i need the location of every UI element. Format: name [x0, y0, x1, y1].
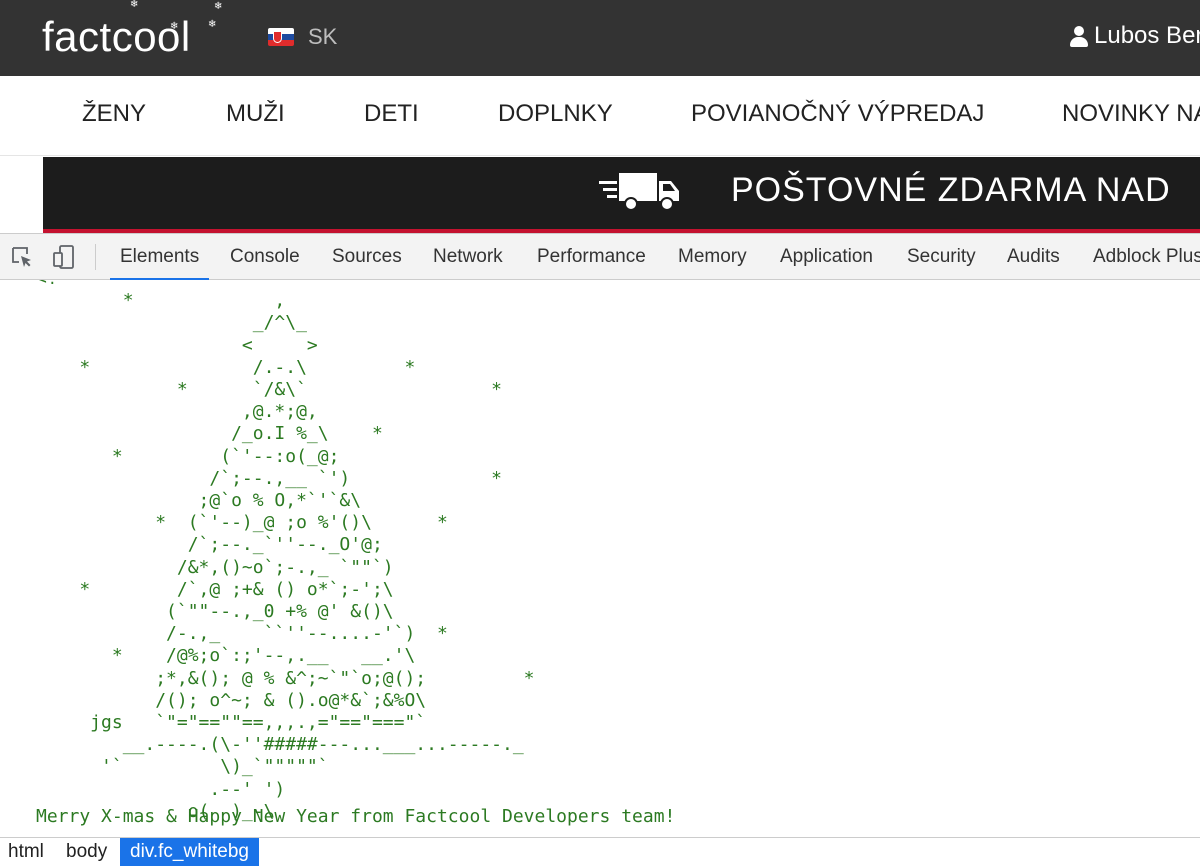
- nav-item-doplnky[interactable]: DOPLNKY: [498, 100, 613, 128]
- nav-item-vypredaj[interactable]: POVIANOČNÝ VÝPREDAJ: [691, 100, 984, 128]
- devtools-tabbar: Elements Console Sources Network Perform…: [0, 233, 1200, 280]
- inspect-element-icon[interactable]: [5, 234, 39, 280]
- snowflake-icon: ❄: [208, 19, 217, 30]
- tab-network[interactable]: Network: [433, 234, 503, 280]
- site-header: factcool ❄ ❄ ❄ ❄ SK Lubos Ber: [0, 0, 1200, 76]
- tab-sources[interactable]: Sources: [332, 234, 402, 280]
- tab-audits[interactable]: Audits: [1007, 234, 1060, 280]
- promo-text: POŠTOVNÉ ZDARMA NAD: [731, 171, 1171, 209]
- nav-item-muzi[interactable]: MUŽI: [226, 100, 285, 128]
- tab-memory[interactable]: Memory: [678, 234, 747, 280]
- site-logo[interactable]: factcool: [42, 12, 191, 62]
- promo-banner-area: POŠTOVNÉ ZDARMA NAD: [0, 157, 1200, 233]
- breadcrumb-html[interactable]: html: [4, 838, 48, 866]
- tab-adblock-plus[interactable]: Adblock Plus: [1093, 234, 1200, 280]
- delivery-truck-icon: [599, 173, 679, 211]
- user-icon: [1070, 25, 1088, 47]
- snowflake-icon: ❄: [170, 21, 179, 32]
- tab-security[interactable]: Security: [907, 234, 976, 280]
- language-code: SK: [308, 24, 338, 49]
- user-name: Lubos Ber: [1094, 22, 1200, 49]
- user-account-link[interactable]: Lubos Ber: [1070, 22, 1200, 50]
- nav-item-novinky[interactable]: NOVINKY NA: [1062, 100, 1200, 128]
- breadcrumb-body[interactable]: body: [62, 838, 111, 866]
- tab-application[interactable]: Application: [780, 234, 873, 280]
- nav-item-zeny[interactable]: ŽENY: [82, 100, 146, 128]
- breadcrumb-selected-div[interactable]: div.fc_whitebg: [120, 838, 259, 866]
- toolbar-divider: [95, 244, 96, 270]
- dom-breadcrumb: html body div.fc_whitebg: [0, 837, 1200, 866]
- elements-panel[interactable]: <!-- * , _/^\_ < > * /.-.\ * * `/&\` * ,…: [0, 280, 1200, 837]
- tab-elements[interactable]: Elements: [110, 234, 210, 280]
- device-toolbar-icon[interactable]: [47, 234, 81, 280]
- language-selector[interactable]: SK: [268, 22, 337, 52]
- nav-item-deti[interactable]: DETI: [364, 100, 419, 128]
- snowflake-icon: ❄: [214, 1, 223, 12]
- html-comment-ascii-tree[interactable]: <!-- * , _/^\_ < > * /.-.\ * * `/&\` * ,…: [36, 280, 535, 823]
- html-comment-greeting[interactable]: Merry X-mas & Happy New Year from Factco…: [36, 806, 675, 827]
- snowflake-icon: ❄: [130, 0, 139, 10]
- tab-console[interactable]: Console: [230, 234, 300, 280]
- tab-performance[interactable]: Performance: [537, 234, 646, 280]
- category-nav: ŽENY MUŽI DETI DOPLNKY POVIANOČNÝ VÝPRED…: [0, 76, 1200, 156]
- slovakia-flag-icon: [268, 28, 294, 46]
- promo-banner[interactable]: POŠTOVNÉ ZDARMA NAD: [43, 157, 1200, 233]
